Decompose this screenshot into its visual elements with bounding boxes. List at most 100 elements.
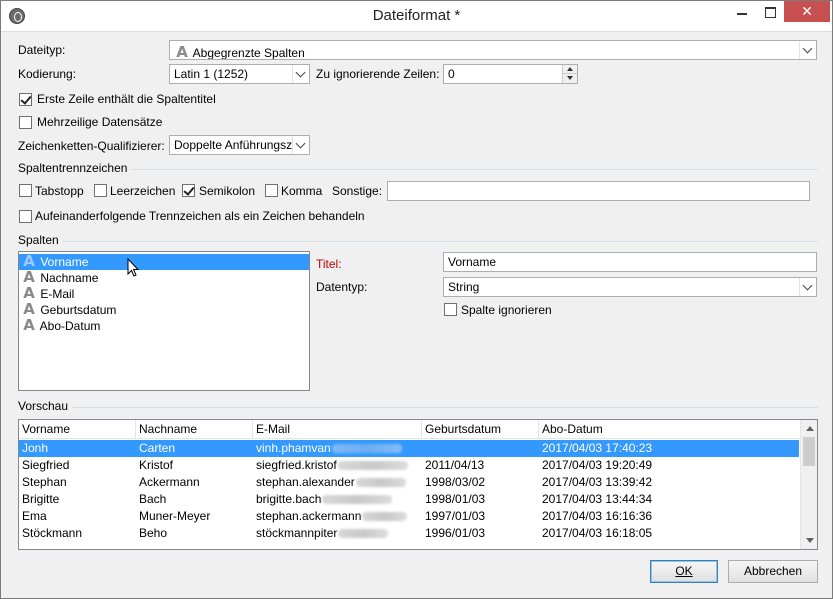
- table-row[interactable]: Ema Muner-Meyer stephan.ackermann 1997/0…: [19, 508, 799, 525]
- spin-down-icon[interactable]: [562, 74, 577, 83]
- redacted-text: [337, 461, 408, 471]
- title-bar: Dateiformat * ✕: [1, 1, 832, 32]
- list-item[interactable]: A Geburtsdatum: [19, 302, 309, 318]
- ignore-lines-label: Zu ignorierende Zeilen:: [316, 67, 440, 81]
- redacted-text: [322, 495, 393, 505]
- datentyp-select[interactable]: String: [443, 277, 817, 297]
- table-row[interactable]: Stephan Ackermann stephan.alexander 1998…: [19, 474, 799, 491]
- table-header: Vorname Nachname E-Mail Geburtsdatum Abo…: [19, 420, 817, 439]
- column-header[interactable]: Geburtsdatum: [422, 420, 539, 439]
- cell-abo-datum: 2017/04/03 17:40:23: [542, 441, 653, 455]
- consecutive-label: Aufeinanderfolgende Trennzeichen als ein…: [35, 209, 365, 223]
- column-header[interactable]: Nachname: [136, 420, 253, 439]
- mouse-cursor-icon: [127, 258, 140, 277]
- dateityp-value: Abgegrenzte Spalten: [192, 46, 305, 60]
- comma-label: Komma: [281, 184, 323, 198]
- cell-abo-datum: 2017/04/03 13:39:42: [542, 475, 653, 489]
- other-separator-input[interactable]: [387, 181, 810, 201]
- cell-nachname: Carten: [139, 441, 176, 455]
- redacted-text: [355, 478, 406, 488]
- first-row-header-checkbox[interactable]: [19, 93, 32, 106]
- preview-table[interactable]: Vorname Nachname E-Mail Geburtsdatum Abo…: [18, 419, 818, 550]
- text-column-icon: A: [23, 300, 35, 318]
- comma-checkbox[interactable]: [265, 184, 278, 197]
- cell-geburtsdatum: 1998/01/03: [425, 492, 486, 506]
- cell-email: stephan.ackermann: [253, 508, 422, 525]
- cell-nachname: Beho: [139, 526, 168, 540]
- columns-list[interactable]: A Vorname A Nachname A E-Mail A Geburtsd…: [18, 251, 310, 391]
- text-column-icon: A: [23, 268, 35, 286]
- ok-button[interactable]: OK: [650, 560, 718, 583]
- titel-input[interactable]: Vorname: [443, 252, 817, 272]
- qualifier-select[interactable]: Doppelte Anführungsze: [169, 135, 310, 155]
- kodierung-select[interactable]: Latin 1 (1252): [169, 64, 310, 84]
- cell-geburtsdatum: 1998/03/02: [425, 475, 486, 489]
- table-row[interactable]: Brigitte Bach brigitte.bach 1998/01/03 2…: [19, 491, 799, 508]
- table-row[interactable]: Siegfried Kristof siegfried.kristof 2011…: [19, 457, 799, 474]
- other-label: Sonstige:: [332, 184, 383, 198]
- first-row-header-label: Erste Zeile enthält die Spaltentitel: [37, 92, 216, 106]
- cell-geburtsdatum: 1996/01/03: [425, 526, 486, 540]
- maximize-button[interactable]: [756, 1, 784, 22]
- section-divider: [18, 241, 818, 242]
- cell-email: brigitte.bach: [253, 491, 422, 508]
- section-divider: [18, 169, 818, 170]
- ignore-column-checkbox[interactable]: [444, 303, 457, 316]
- multiline-label: Mehrzeilige Datensätze: [37, 115, 163, 129]
- vertical-scrollbar[interactable]: [800, 420, 817, 549]
- spin-up-icon[interactable]: [562, 65, 577, 74]
- chevron-down-icon[interactable]: [799, 41, 816, 59]
- column-header[interactable]: Abo-Datum: [539, 420, 801, 439]
- dateityp-select[interactable]: A Abgegrenzte Spalten: [169, 40, 817, 60]
- chevron-down-icon[interactable]: [292, 136, 309, 154]
- chevron-down-icon[interactable]: [292, 65, 309, 83]
- list-item[interactable]: A Nachname: [19, 270, 309, 286]
- preview-section-title: Vorschau: [18, 399, 73, 413]
- cell-nachname: Ackermann: [139, 475, 200, 489]
- window-title: Dateiformat *: [372, 7, 461, 24]
- close-button[interactable]: ✕: [784, 1, 830, 22]
- text-column-icon: A: [176, 43, 188, 60]
- column-header[interactable]: E-Mail: [253, 420, 422, 439]
- redacted-text: [362, 512, 408, 522]
- cell-email: siegfried.kristof: [253, 457, 422, 474]
- scroll-thumb[interactable]: [803, 437, 815, 466]
- scroll-up-icon[interactable]: [801, 420, 817, 436]
- space-checkbox[interactable]: [94, 184, 107, 197]
- ignore-lines-stepper[interactable]: 0: [443, 64, 578, 84]
- cell-geburtsdatum: 2011/04/13: [425, 458, 485, 472]
- list-item[interactable]: A Vorname: [19, 254, 309, 270]
- list-item[interactable]: A Abo-Datum: [19, 318, 309, 334]
- dateityp-label: Dateityp:: [18, 43, 66, 57]
- chevron-down-icon[interactable]: [799, 278, 816, 296]
- columns-section-title: Spalten: [18, 233, 63, 247]
- scroll-down-icon[interactable]: [801, 533, 817, 549]
- redacted-text: [338, 529, 389, 539]
- consecutive-checkbox[interactable]: [19, 210, 32, 223]
- datentyp-value: String: [448, 280, 480, 294]
- cell-email: stöckmannpiter: [253, 525, 422, 542]
- tab-checkbox[interactable]: [19, 184, 32, 197]
- cell-vorname: Stephan: [22, 475, 67, 489]
- table-row[interactable]: Stöckmann Beho stöckmannpiter 1996/01/03…: [19, 525, 799, 542]
- text-column-icon: A: [23, 252, 35, 270]
- semicolon-label: Semikolon: [199, 184, 256, 198]
- redacted-text: [331, 444, 402, 454]
- semicolon-checkbox[interactable]: [182, 184, 195, 197]
- cell-nachname: Bach: [139, 492, 167, 506]
- multiline-checkbox[interactable]: [19, 116, 32, 129]
- cell-geburtsdatum: [422, 440, 539, 457]
- cell-vorname: Stöckmann: [22, 526, 83, 540]
- cell-geburtsdatum: 1997/01/03: [425, 509, 486, 523]
- minimize-button[interactable]: [728, 1, 756, 22]
- cancel-button[interactable]: Abbrechen: [728, 560, 818, 583]
- ignore-column-label: Spalte ignorieren: [461, 303, 552, 317]
- table-row[interactable]: Jonh Carten vinh.phamvan 2017/04/03 17:4…: [19, 440, 799, 457]
- tab-label: Tabstopp: [35, 184, 84, 198]
- list-item[interactable]: A E-Mail: [19, 286, 309, 302]
- cell-abo-datum: 2017/04/03 16:16:36: [542, 509, 653, 523]
- column-header[interactable]: Vorname: [19, 420, 136, 439]
- cell-email: stephan.alexander: [253, 474, 422, 491]
- qualifier-label: Zeichenketten-Qualifizierer:: [18, 139, 165, 153]
- qualifier-value: Doppelte Anführungsze: [174, 138, 299, 152]
